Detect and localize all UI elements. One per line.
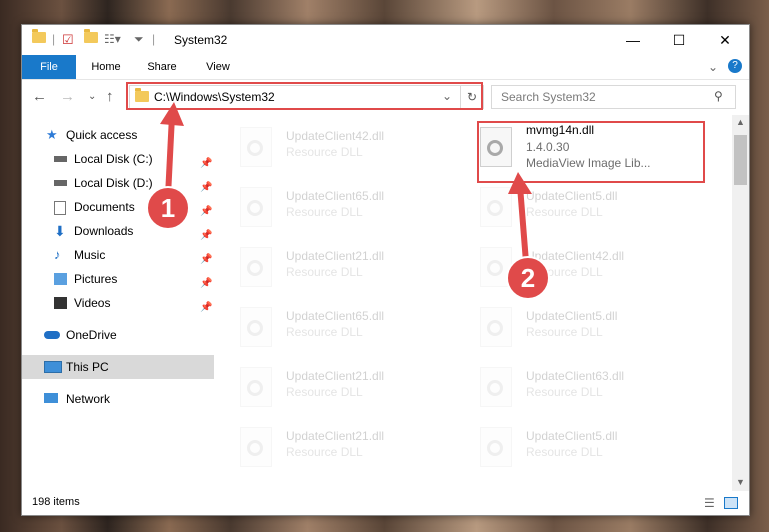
arrow-2 bbox=[517, 185, 529, 263]
annotation-arrows bbox=[160, 102, 532, 263]
step-badge-1: 1 bbox=[146, 186, 190, 230]
arrow-2-head bbox=[508, 172, 532, 194]
step-badge-2: 2 bbox=[506, 256, 550, 300]
arrow-1 bbox=[165, 115, 175, 197]
arrow-1-head bbox=[160, 102, 184, 126]
